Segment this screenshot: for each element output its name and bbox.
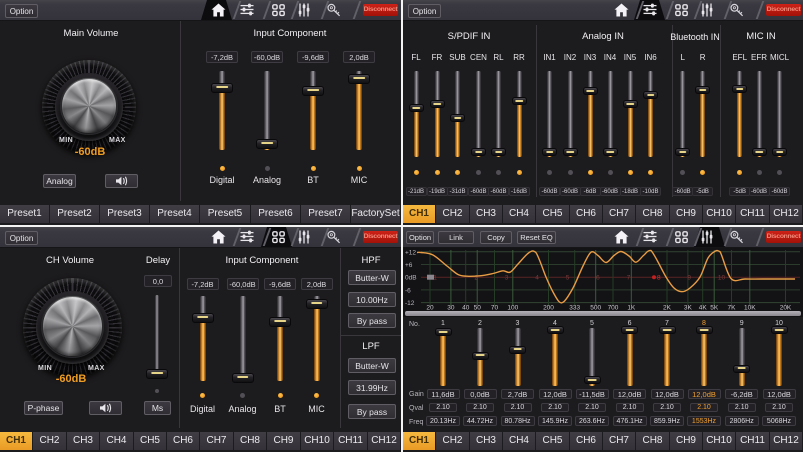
svg-text:8: 8 [657,275,661,282]
svg-text:5: 5 [566,275,570,282]
svg-text:0dB: 0dB [405,275,417,282]
svg-text:7: 7 [627,275,631,282]
svg-text:4: 4 [535,275,539,282]
svg-text:10: 10 [718,275,726,282]
svg-text:-6: -6 [405,287,411,294]
svg-text:+12: +12 [405,249,416,256]
svg-text:6: 6 [596,275,600,282]
svg-text:3: 3 [505,275,509,282]
svg-text:9: 9 [687,275,691,282]
svg-text:-12: -12 [405,300,415,307]
svg-text:+6: +6 [405,262,413,269]
